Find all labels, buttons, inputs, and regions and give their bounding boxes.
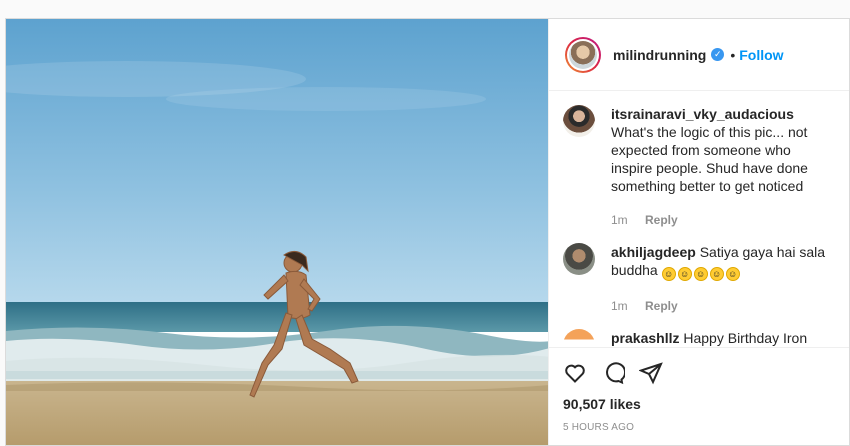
post-timestamp[interactable]: 5 HOURS AGO [563,422,833,433]
laughing-emoji-icon: ☺ [661,267,676,281]
comment-text: Happy Birthday Iron [679,330,808,346]
comment-item: itsrainaravi_vky_audacious What's the lo… [563,105,833,229]
reply-button[interactable]: Reply [645,213,678,227]
comment-username[interactable]: akhiljagdeep [611,244,696,260]
comment-item: akhiljagdeep Satiya gaya hai sala buddha… [563,243,833,315]
commenter-avatar[interactable] [563,329,595,347]
beach-running-photo [6,19,548,445]
verified-badge-icon: ✓ [711,48,725,61]
comment-age: 1m [611,213,628,227]
comment-username[interactable]: itsrainaravi_vky_audacious [611,106,794,122]
comment-username[interactable]: prakashllz [611,330,679,346]
instagram-post: milindrunning ✓ • Follow itsrainaravi_vk… [5,18,850,446]
laughing-emoji-icon: ☺ [677,267,692,281]
reply-button[interactable]: Reply [645,299,678,313]
author-username[interactable]: milindrunning [613,47,706,63]
share-icon[interactable] [639,361,663,385]
laughing-emoji-icon: ☺ [693,267,708,281]
author-avatar[interactable] [565,36,601,73]
laughing-emoji-icon: ☺ [709,267,724,281]
laughing-emoji-group: ☺ ☺ ☺ ☺ ☺ [661,262,742,281]
post-photo[interactable] [6,19,548,445]
post-actions: 90,507 likes 5 HOURS AGO [549,347,849,445]
laughing-emoji-icon: ☺ [725,267,740,281]
header-separator: • [730,46,736,63]
commenter-avatar[interactable] [563,243,595,275]
comments-list[interactable]: itsrainaravi_vky_audacious What's the lo… [549,91,849,347]
like-count[interactable]: 90,507 likes [563,396,833,412]
heart-icon[interactable] [563,361,587,385]
follow-button[interactable]: Follow [739,47,783,63]
post-side-panel: milindrunning ✓ • Follow itsrainaravi_vk… [548,19,849,445]
commenter-avatar[interactable] [563,105,595,137]
comment-text: What's the logic of this pic... not expe… [611,124,808,194]
post-header: milindrunning ✓ • Follow [549,19,849,91]
comment-item: prakashllz Happy Birthday Iron [563,329,833,347]
comment-age: 1m [611,299,628,313]
comment-icon[interactable] [601,361,625,385]
